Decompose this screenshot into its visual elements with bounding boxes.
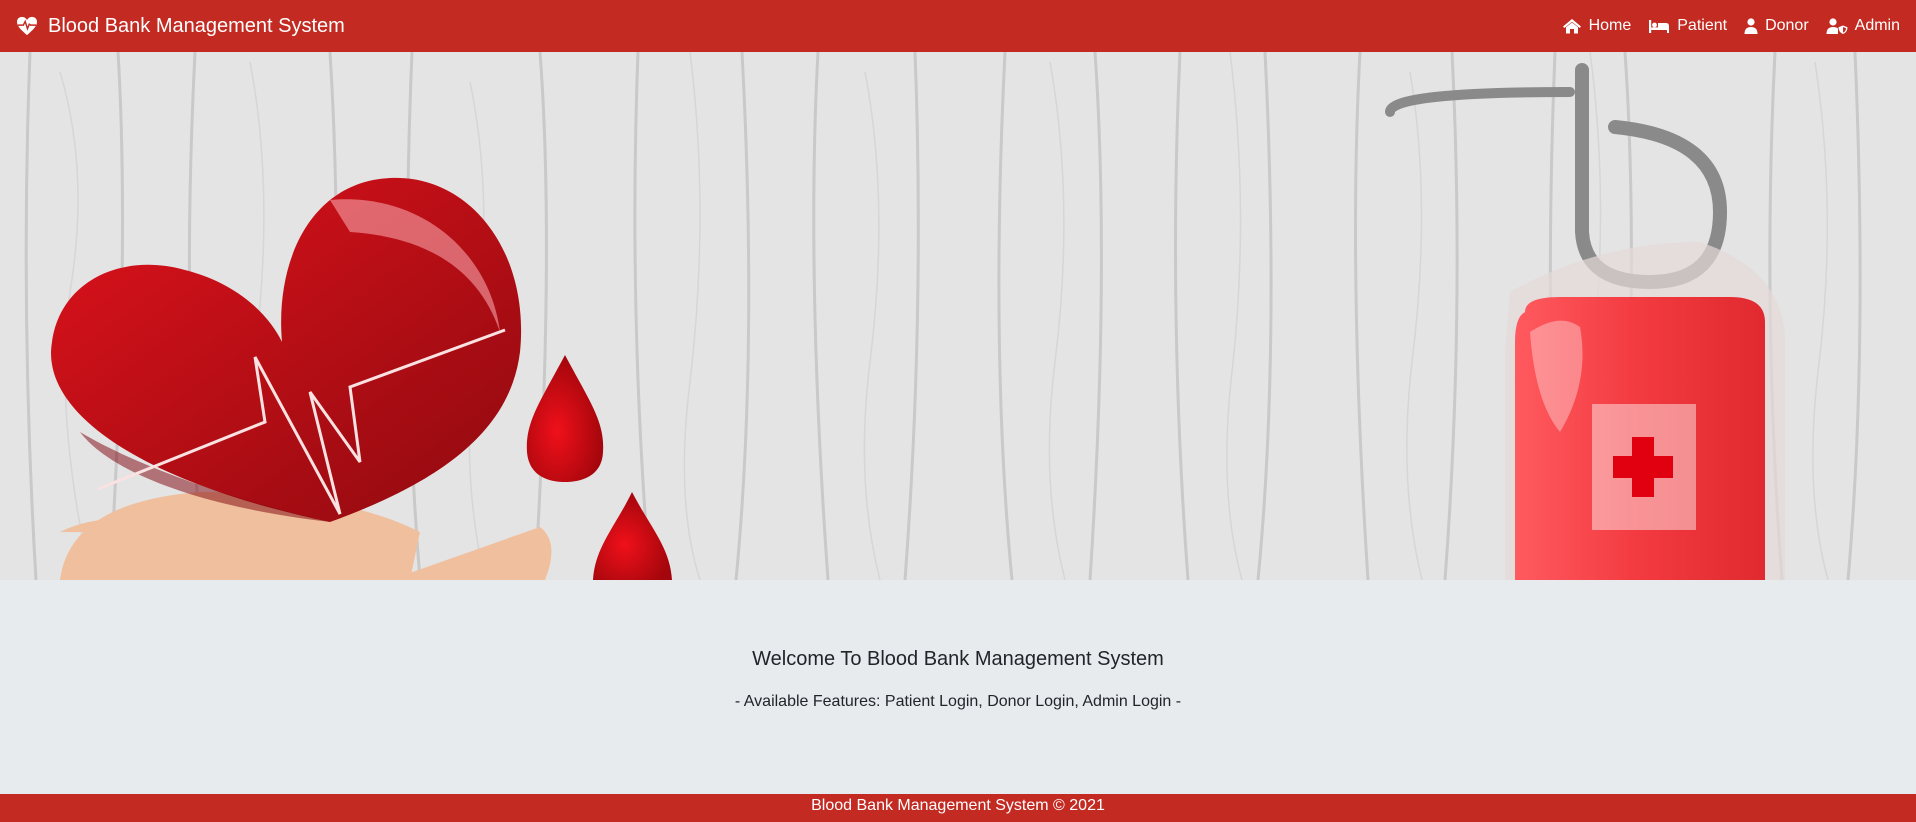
user-shield-icon [1826,18,1848,34]
nav-admin[interactable]: Admin [1826,17,1900,35]
footer: Blood Bank Management System © 2021 [0,794,1916,822]
footer-text: Blood Bank Management System © 2021 [811,797,1105,814]
bed-icon [1648,18,1670,34]
nav-home-label: Home [1588,17,1632,34]
welcome-section: Welcome To Blood Bank Management System … [0,580,1916,794]
heart-in-hand [51,177,552,580]
hero-banner [0,52,1916,580]
blood-bag [1505,242,1786,580]
features-text: - Available Features: Patient Login, Don… [734,693,1182,710]
nav-home[interactable]: Home [1562,17,1632,35]
navbar: Blood Bank Management System Home Patien… [0,0,1916,52]
user-icon [1744,18,1758,34]
brand-title: Blood Bank Management System [48,14,345,37]
home-icon [1562,18,1582,34]
welcome-heading: Welcome To Blood Bank Management System [752,648,1164,670]
hero-illustration [24,52,1862,580]
brand-link[interactable]: Blood Bank Management System [16,15,345,38]
nav-donor[interactable]: Donor [1744,17,1809,35]
nav-admin-label: Admin [1854,17,1900,34]
nav-donor-label: Donor [1765,17,1809,34]
nav-patient-label: Patient [1677,17,1728,34]
nav-links: Home Patient Donor Admin [1562,17,1900,35]
heartbeat-icon [16,16,38,36]
nav-patient[interactable]: Patient [1648,17,1727,35]
